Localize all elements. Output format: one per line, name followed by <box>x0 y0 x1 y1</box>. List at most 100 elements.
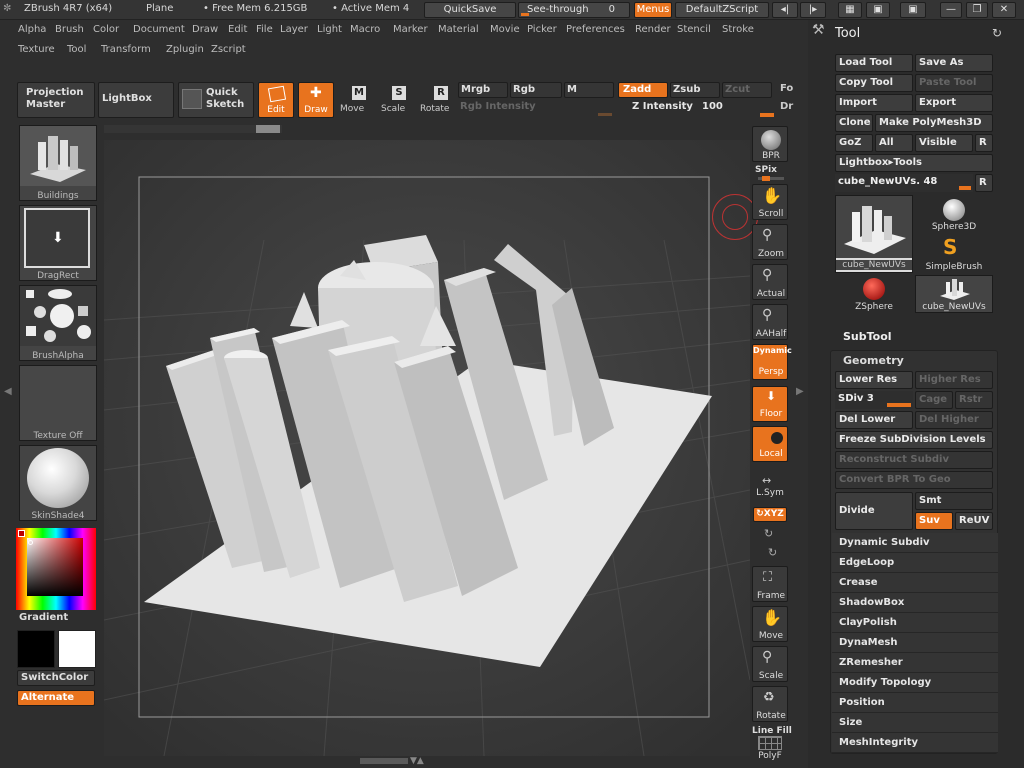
right-tray-collapse-icon[interactable]: ▶ <box>796 386 804 397</box>
import-button[interactable]: Import <box>835 94 913 112</box>
dynamic-subdiv-section[interactable]: Dynamic Subdiv <box>832 533 998 553</box>
zoom-view-button[interactable]: ⚲ Zoom <box>752 224 788 260</box>
lsym-button[interactable]: ↔ L.Sym <box>752 474 788 502</box>
menu-render[interactable]: Render <box>635 24 671 35</box>
size-section[interactable]: Size <box>832 713 998 733</box>
minimize-icon[interactable]: — <box>940 2 962 18</box>
frame-button[interactable]: ⛶ Frame <box>752 566 788 602</box>
zadd-button[interactable]: Zadd <box>618 82 668 98</box>
menu-texture[interactable]: Texture <box>18 44 55 55</box>
edgeloop-section[interactable]: EdgeLoop <box>832 553 998 573</box>
menu-draw[interactable]: Draw <box>192 24 218 35</box>
alternate-button[interactable]: Alternate <box>17 690 95 706</box>
goz-all-button[interactable]: All <box>875 134 913 152</box>
main-color-swatch[interactable] <box>17 630 55 668</box>
see-through-slider[interactable]: See-through 0 <box>518 2 630 18</box>
paste-tool-button[interactable]: Paste Tool <box>915 74 993 92</box>
tool-thumb-sphere3d[interactable]: Sphere3D <box>915 195 993 233</box>
projection-master-button[interactable]: Projection Master <box>17 82 95 118</box>
menu-zscript[interactable]: Zscript <box>211 44 246 55</box>
m-button[interactable]: M <box>564 82 614 98</box>
scale-view-button[interactable]: ⚲ Scale <box>752 646 788 682</box>
scroll-right-icon[interactable]: |▸ <box>800 2 826 18</box>
xyz-button[interactable]: ↻XYZ <box>753 507 787 522</box>
tool-palette-title[interactable]: Tool <box>835 26 860 41</box>
reuv-button[interactable]: ReUV <box>955 512 993 530</box>
goz-visible-button[interactable]: Visible <box>915 134 973 152</box>
secondary-color-swatch[interactable] <box>58 630 96 668</box>
alpha-thumbnail[interactable]: BrushAlpha <box>19 285 97 361</box>
subtool-section[interactable]: SubTool <box>843 330 892 343</box>
lower-res-button[interactable]: Lower Res <box>835 371 913 389</box>
position-section[interactable]: Position <box>832 693 998 713</box>
perspective-button[interactable]: Dynamic Persp <box>752 344 792 380</box>
z-intensity-slider[interactable]: Z Intensity 100 <box>630 100 776 117</box>
move-button[interactable]: M Move <box>340 84 368 118</box>
menu-document[interactable]: Document <box>133 24 185 35</box>
material-thumbnail[interactable]: SkinShade4 <box>19 445 97 521</box>
suv-button[interactable]: Suv <box>915 512 953 530</box>
menu-movie[interactable]: Movie <box>490 24 520 35</box>
lightbox-button[interactable]: LightBox <box>98 82 174 118</box>
higher-res-button[interactable]: Higher Res <box>915 371 993 389</box>
reconstruct-subdiv-button[interactable]: Reconstruct Subdiv <box>835 451 993 469</box>
refresh-icon[interactable]: ↻ <box>992 26 1002 40</box>
cage-button[interactable]: Cage <box>915 391 953 409</box>
layout-a-icon[interactable]: ▦ <box>838 2 862 18</box>
menu-macro[interactable]: Macro <box>350 24 380 35</box>
menu-material[interactable]: Material <box>438 24 479 35</box>
actual-size-button[interactable]: ⚲ Actual <box>752 264 788 300</box>
menus-button[interactable]: Menus <box>634 2 672 18</box>
del-higher-button[interactable]: Del Higher <box>915 411 993 429</box>
document-scrollbar[interactable] <box>104 125 282 133</box>
zremesher-section[interactable]: ZRemesher <box>832 653 998 673</box>
rgb-intensity-slider[interactable]: Rgb Intensity <box>458 100 618 116</box>
tool-thumb-cube2[interactable]: cube_NewUVs <box>915 275 993 313</box>
make-polymesh3d-button[interactable]: Make PolyMesh3D <box>875 114 993 132</box>
menu-transform[interactable]: Transform <box>101 44 151 55</box>
sdiv-slider[interactable]: SDiv 3 <box>835 391 913 409</box>
spix-slider[interactable]: SPix <box>752 165 788 181</box>
goz-button[interactable]: GoZ <box>835 134 873 152</box>
edit-button[interactable]: Edit <box>258 82 294 118</box>
mrgb-button[interactable]: Mrgb <box>458 82 508 98</box>
menu-preferences[interactable]: Preferences <box>566 24 625 35</box>
scale-button[interactable]: S Scale <box>380 84 408 118</box>
convert-bpr-button[interactable]: Convert BPR To Geo <box>835 471 993 489</box>
tool-thumb-simplebrush[interactable]: S SimpleBrush <box>915 235 993 273</box>
left-tray-collapse-icon[interactable]: ◀ <box>4 386 12 397</box>
copy-tool-button[interactable]: Copy Tool <box>835 74 913 92</box>
tool-thumb-zsphere[interactable]: ZSphere <box>835 275 913 313</box>
bottom-tray-expand-icon[interactable]: ▼▲ <box>410 756 424 766</box>
menu-picker[interactable]: Picker <box>527 24 557 35</box>
draw-button[interactable]: ✚ Draw <box>298 82 334 118</box>
scroll-left-icon[interactable]: ◂| <box>772 2 798 18</box>
modify-topology-section[interactable]: Modify Topology <box>832 673 998 693</box>
rotate-view-button[interactable]: ♻ Rotate <box>752 686 788 722</box>
menu-stroke[interactable]: Stroke <box>722 24 754 35</box>
scroll-view-button[interactable]: ✋ Scroll <box>752 184 788 220</box>
goz-r-button[interactable]: R <box>975 134 993 152</box>
layout-b-icon[interactable]: ▣ <box>866 2 890 18</box>
quicksave-button[interactable]: QuickSave <box>424 2 516 18</box>
menu-marker[interactable]: Marker <box>393 24 428 35</box>
lock-icon[interactable]: ▣ <box>900 2 926 18</box>
default-zscript-button[interactable]: DefaultZScript <box>675 2 769 18</box>
menu-stencil[interactable]: Stencil <box>677 24 711 35</box>
menu-light[interactable]: Light <box>317 24 342 35</box>
menu-brush[interactable]: Brush <box>55 24 84 35</box>
menu-alpha[interactable]: Alpha <box>18 24 46 35</box>
geometry-header[interactable]: Geometry <box>843 354 904 367</box>
clone-button[interactable]: Clone <box>835 114 873 132</box>
stroke-thumbnail[interactable]: ⬇ DragRect <box>19 205 97 281</box>
switchcolor-button[interactable]: SwitchColor <box>17 670 95 686</box>
save-as-button[interactable]: Save As <box>915 54 993 72</box>
rotate-y-icon[interactable]: ↻ <box>764 527 773 540</box>
divide-button[interactable]: Divide <box>835 492 913 530</box>
texture-thumbnail[interactable]: Texture Off <box>19 365 97 441</box>
tool-r-button[interactable]: R <box>975 174 993 192</box>
del-lower-button[interactable]: Del Lower <box>835 411 913 429</box>
lightbox-tools-button[interactable]: Lightbox▸Tools <box>835 154 993 172</box>
move-view-button[interactable]: ✋ Move <box>752 606 788 642</box>
local-button[interactable]: Local <box>752 426 788 462</box>
